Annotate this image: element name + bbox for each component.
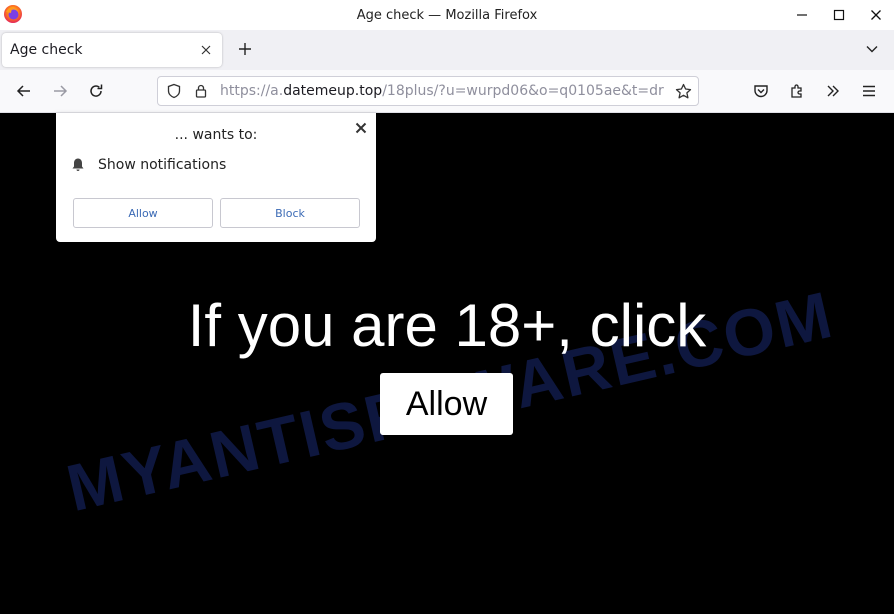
plus-icon bbox=[239, 43, 251, 55]
bell-icon bbox=[72, 158, 84, 171]
headline-text: If you are 18+, click bbox=[187, 292, 707, 359]
notification-permission-popup: ... wants to: Show notifications Allow B… bbox=[56, 113, 376, 242]
page-allow-button[interactable]: Allow bbox=[380, 373, 513, 435]
close-icon bbox=[201, 45, 211, 55]
close-icon bbox=[870, 10, 881, 20]
permission-row: Show notifications bbox=[70, 157, 226, 173]
overflow-menu-button[interactable] bbox=[821, 79, 845, 103]
new-tab-button[interactable] bbox=[234, 38, 256, 60]
popup-title: ... wants to: bbox=[174, 127, 258, 143]
reload-icon bbox=[90, 84, 103, 97]
close-icon bbox=[355, 122, 367, 134]
popup-block-button[interactable]: Block bbox=[220, 198, 360, 228]
maximize-icon bbox=[833, 9, 844, 21]
window-title: Age check — Mozilla Firefox bbox=[356, 7, 538, 23]
reload-button[interactable] bbox=[84, 79, 108, 103]
forward-arrow-icon bbox=[54, 85, 68, 97]
list-all-tabs-button[interactable] bbox=[862, 39, 882, 59]
permission-label: Show notifications bbox=[98, 157, 227, 173]
pocket-icon bbox=[754, 85, 768, 98]
app-menu-button[interactable] bbox=[857, 79, 881, 103]
bookmark-star-icon[interactable] bbox=[674, 82, 692, 100]
hamburger-menu-icon bbox=[863, 85, 875, 97]
extensions-button[interactable] bbox=[785, 79, 809, 103]
minimize-button[interactable] bbox=[783, 0, 820, 30]
tab-close-button[interactable] bbox=[196, 40, 216, 60]
window-controls bbox=[783, 0, 894, 30]
forward-button[interactable] bbox=[48, 79, 72, 103]
lock-icon[interactable] bbox=[192, 82, 210, 100]
url-path: /18plus/?u=wurpd06&o=q0105ae&t=dr bbox=[382, 83, 664, 99]
pocket-button[interactable] bbox=[749, 79, 773, 103]
url-bar[interactable]: https://a.datemeup.top/18plus/?u=wurpd06… bbox=[157, 76, 699, 106]
url-host: datemeup.top bbox=[283, 83, 383, 99]
maximize-button[interactable] bbox=[820, 0, 857, 30]
tab-strip: Age check bbox=[0, 30, 894, 70]
tab-label: Age check bbox=[10, 42, 83, 58]
window-titlebar: Age check — Mozilla Firefox bbox=[0, 0, 894, 30]
navigation-toolbar: https://a.datemeup.top/18plus/?u=wurpd06… bbox=[0, 70, 894, 113]
back-arrow-icon bbox=[16, 85, 30, 97]
minimize-icon bbox=[796, 14, 807, 16]
popup-close-button[interactable] bbox=[354, 121, 368, 135]
popup-allow-button[interactable]: Allow bbox=[73, 198, 213, 228]
url-prefix: https://a. bbox=[220, 83, 284, 99]
url-text[interactable]: https://a.datemeup.top/18plus/?u=wurpd06… bbox=[220, 83, 666, 99]
shield-icon[interactable] bbox=[165, 82, 183, 100]
extensions-icon bbox=[791, 84, 802, 98]
back-button[interactable] bbox=[12, 79, 36, 103]
close-window-button[interactable] bbox=[857, 0, 894, 30]
tab-age-check[interactable]: Age check bbox=[2, 33, 222, 67]
overflow-chevron-icon bbox=[827, 85, 839, 97]
chevron-down-icon bbox=[866, 46, 878, 53]
firefox-logo-icon bbox=[3, 4, 23, 24]
